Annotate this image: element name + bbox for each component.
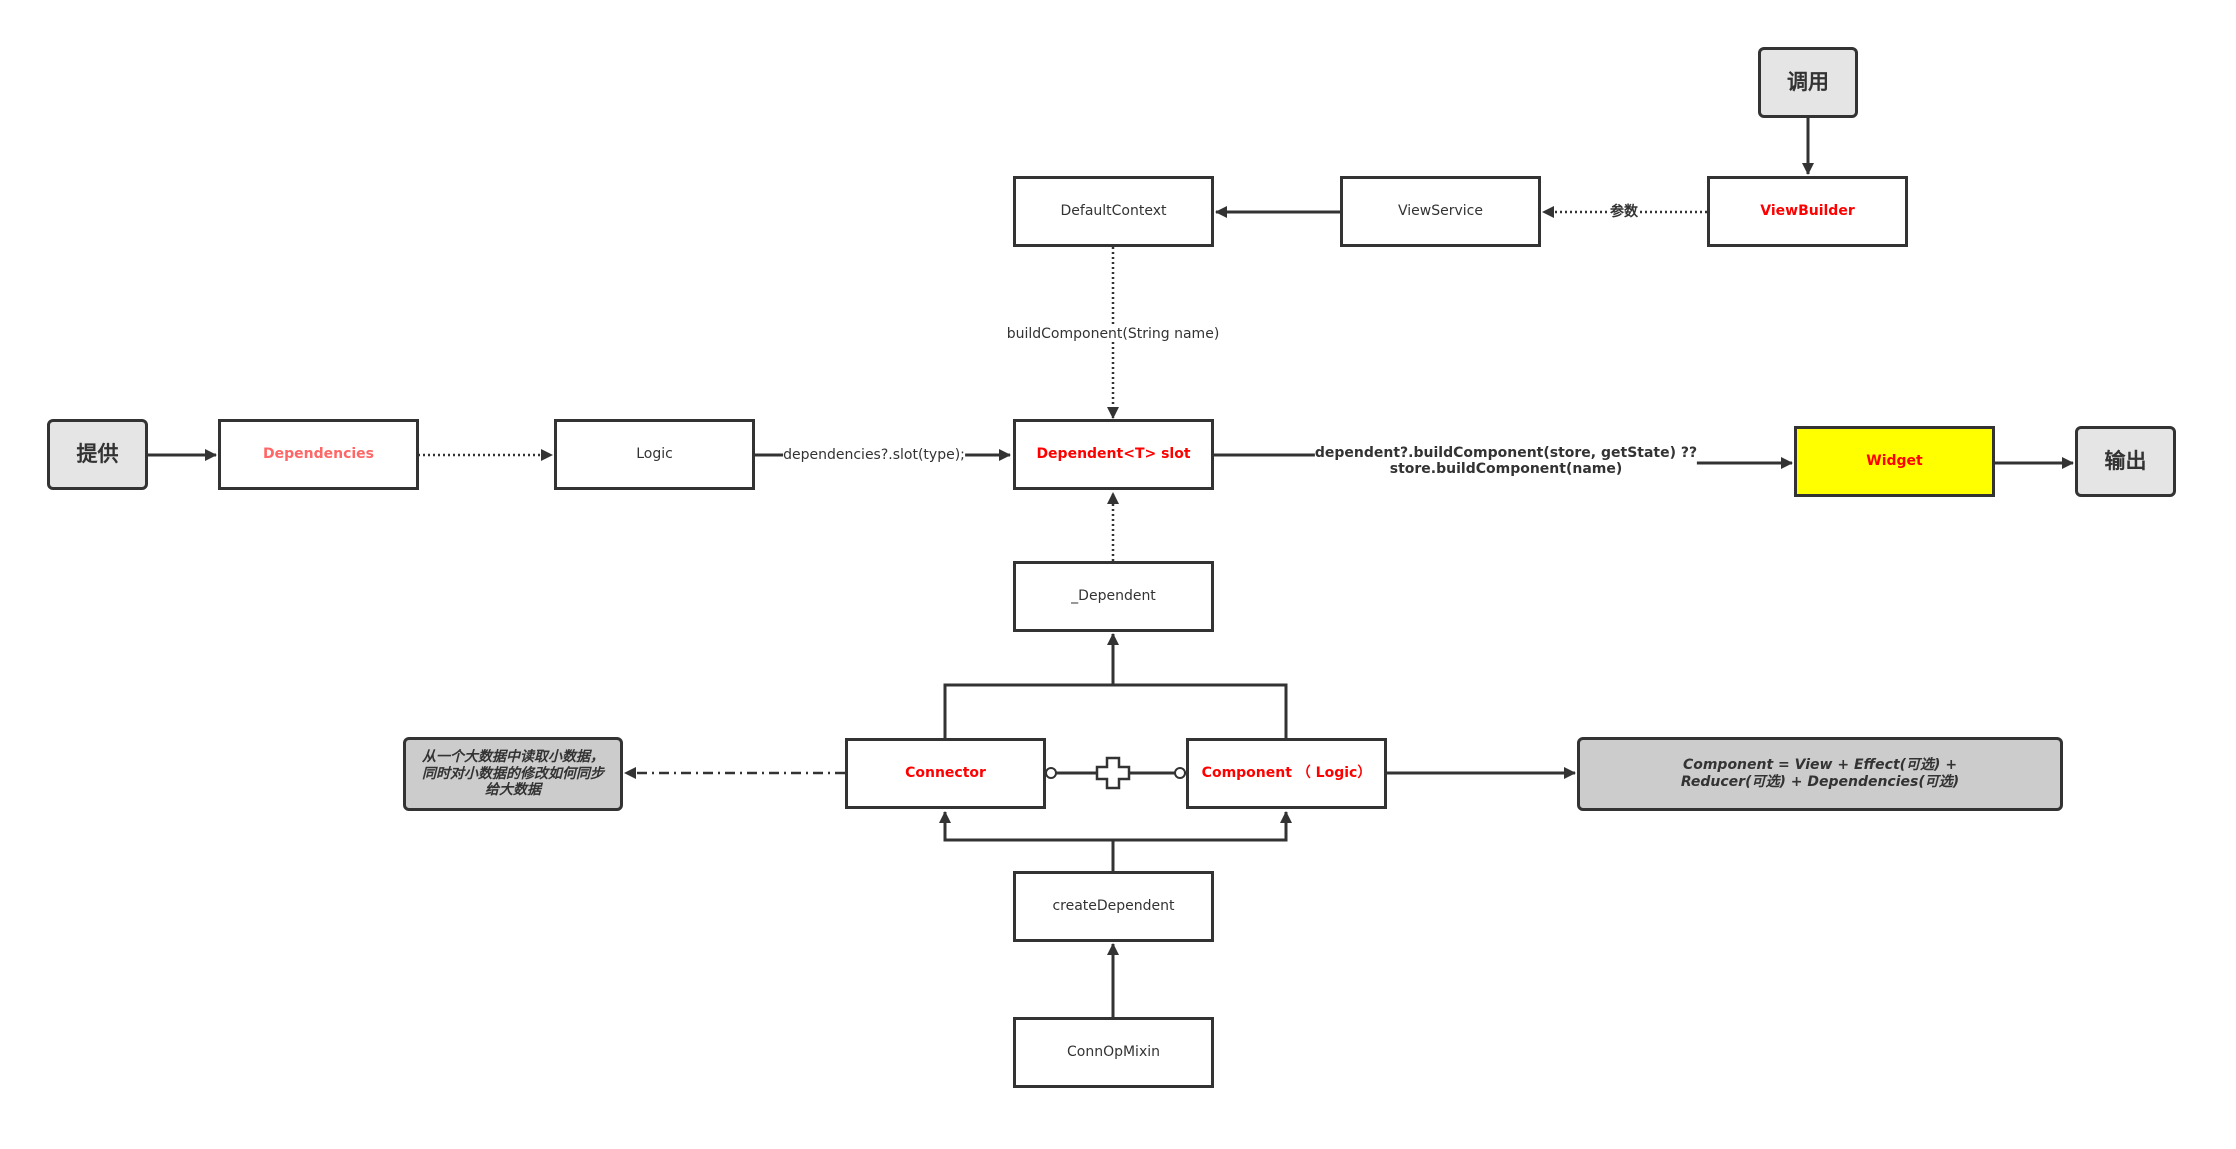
edge-createdependent-to-component — [1113, 811, 1292, 842]
edge-label-build-component: buildComponent(String name) — [1006, 325, 1220, 343]
connector-note: 从一个大数据中读取小数据，同时对小数据的修改如何同步给大数据 — [403, 737, 623, 811]
default-context-label: DefaultContext — [1060, 203, 1167, 220]
view-builder-node: ViewBuilder — [1707, 176, 1908, 247]
edge-label-dependent-build: dependent?.buildComponent(store, getStat… — [1314, 444, 1698, 478]
provide-node: 提供 — [47, 419, 148, 490]
join-end-circle-right — [1174, 767, 1186, 779]
underscore-dependent-label: _Dependent — [1071, 588, 1156, 605]
plus-icon — [1095, 756, 1131, 790]
edge-label-slot: dependencies?.slot(type); — [783, 446, 965, 464]
dependent-slot-node: Dependent<T> slot — [1013, 419, 1214, 490]
component-logic-label: Component （ Logic） — [1201, 765, 1372, 782]
dependencies-node: Dependencies — [218, 419, 419, 490]
underscore-dependent-node: _Dependent — [1013, 561, 1214, 632]
connector-label: Connector — [905, 765, 986, 782]
widget-label: Widget — [1866, 453, 1923, 470]
component-note-text: Component = View + Effect(可选) + Reducer(… — [1680, 757, 1960, 790]
edge-createdependent-to-connector — [939, 811, 1115, 871]
invoke-label: 调用 — [1787, 69, 1829, 94]
output-label: 输出 — [2104, 448, 2147, 473]
widget-node: Widget — [1794, 426, 1995, 497]
provide-label: 提供 — [76, 441, 119, 466]
join-end-circle-left — [1045, 767, 1057, 779]
diagram-canvas: 调用 DefaultContext ViewService ViewBuilde… — [0, 0, 2236, 1149]
conn-op-mixin-label: ConnOpMixin — [1066, 1044, 1160, 1061]
logic-label: Logic — [636, 446, 673, 463]
connector-note-text: 从一个大数据中读取小数据，同时对小数据的修改如何同步给大数据 — [422, 748, 604, 799]
output-node: 输出 — [2075, 426, 2176, 497]
conn-op-mixin-node: ConnOpMixin — [1013, 1017, 1214, 1088]
view-service-label: ViewService — [1398, 203, 1483, 220]
connector-node: Connector — [845, 738, 1046, 809]
create-dependent-label: createDependent — [1052, 898, 1175, 915]
view-builder-label: ViewBuilder — [1760, 203, 1855, 220]
logic-node: Logic — [554, 419, 755, 490]
default-context-node: DefaultContext — [1013, 176, 1214, 247]
component-note: Component = View + Effect(可选) + Reducer(… — [1577, 737, 2063, 811]
component-logic-node: Component （ Logic） — [1186, 738, 1387, 809]
edge-connector-component-to-underscore-dependent — [943, 683, 1288, 738]
view-service-node: ViewService — [1340, 176, 1541, 247]
create-dependent-node: createDependent — [1013, 871, 1214, 942]
edge-label-params: 参数 — [1610, 203, 1638, 221]
invoke-node: 调用 — [1758, 47, 1858, 118]
dependencies-label: Dependencies — [262, 446, 374, 463]
dependent-slot-label: Dependent<T> slot — [1036, 446, 1191, 463]
